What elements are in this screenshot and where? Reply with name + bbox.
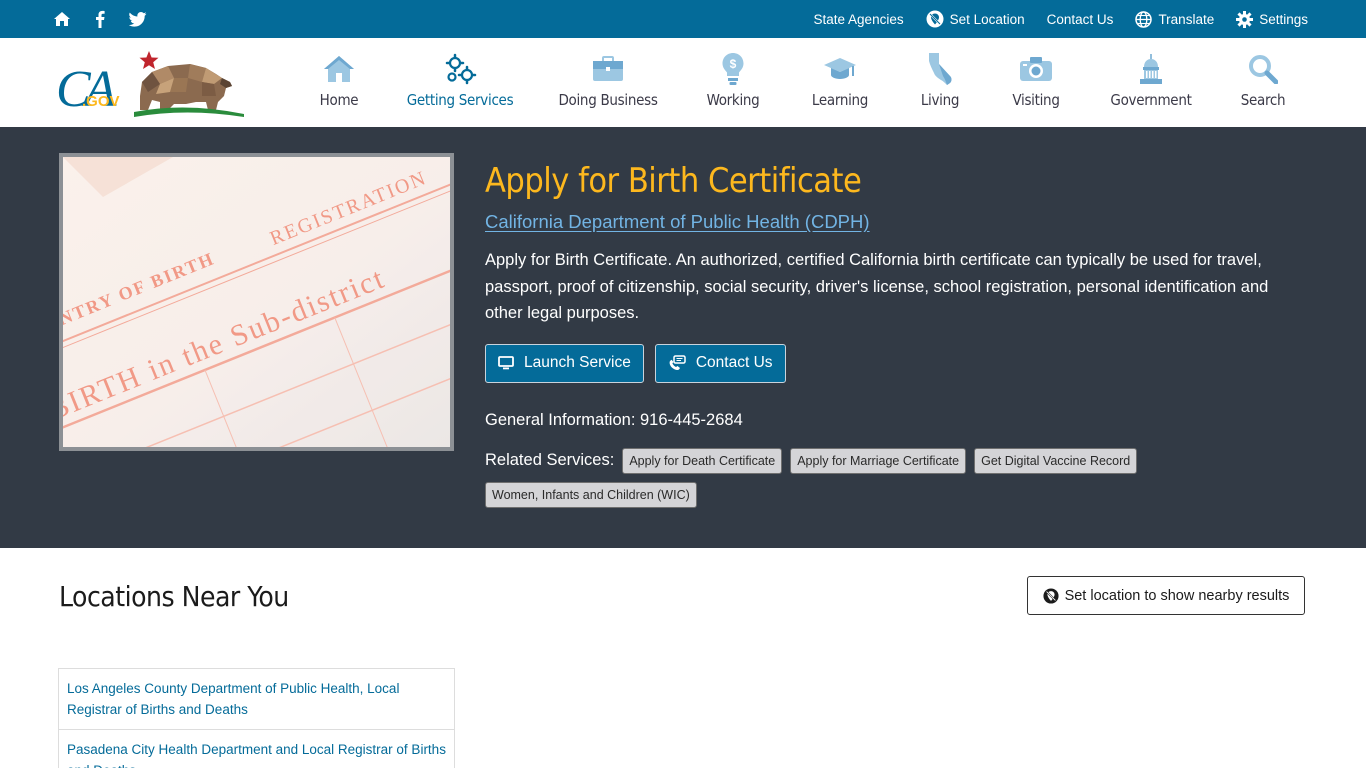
- contact-us-label: Contact Us: [695, 354, 773, 371]
- location-off-icon: [1043, 587, 1059, 604]
- nav-item-home[interactable]: Home: [298, 38, 380, 127]
- settings-link[interactable]: Settings: [1236, 10, 1308, 28]
- nav-item-getting-services[interactable]: Getting Services: [380, 38, 540, 127]
- nav-label: Government: [1110, 91, 1192, 109]
- utility-right-links: State Agencies Set Location Contact Us T…: [814, 0, 1308, 38]
- nav-item-learning[interactable]: Learning: [790, 38, 890, 127]
- nav-label: Search: [1240, 91, 1286, 109]
- page-title: Apply for Birth Certificate: [485, 161, 862, 201]
- launch-service-button[interactable]: Launch Service: [485, 343, 644, 383]
- nav-label: Visiting: [1012, 91, 1060, 109]
- twitter-icon[interactable]: [128, 9, 148, 29]
- settings-label: Settings: [1259, 11, 1308, 27]
- utility-left-icons: [52, 9, 148, 29]
- lightbulb-icon: $: [722, 53, 744, 85]
- action-buttons: Launch Service Contact Us: [485, 343, 1295, 383]
- search-icon: [1249, 55, 1278, 84]
- nav-item-living[interactable]: Living: [890, 38, 990, 127]
- related-service-pill[interactable]: Apply for Marriage Certificate: [790, 447, 967, 474]
- contact-us-button[interactable]: Contact Us: [654, 343, 786, 383]
- launch-service-label: Launch Service: [524, 354, 631, 371]
- main-nav: Home Getting Services Doing Business $ W…: [298, 38, 1306, 127]
- nav-item-doing-business[interactable]: Doing Business: [540, 38, 676, 127]
- nav-item-visiting[interactable]: Visiting: [990, 38, 1082, 127]
- home-icon[interactable]: [52, 9, 72, 29]
- nav-label: Doing Business: [558, 91, 658, 109]
- camera-icon: [1020, 57, 1052, 81]
- department-link[interactable]: California Department of Public Health (…: [485, 211, 870, 233]
- gear-icon: [1236, 10, 1254, 28]
- globe-icon: [1135, 10, 1153, 28]
- translate-label: Translate: [1158, 11, 1215, 27]
- svg-text:$: $: [730, 57, 737, 71]
- nav-label: Getting Services: [406, 91, 514, 109]
- location-item[interactable]: Pasadena City Health Department and Loca…: [58, 729, 455, 768]
- location-item[interactable]: Los Angeles County Department of Public …: [58, 668, 455, 729]
- briefcase-icon: [593, 56, 623, 81]
- nav-label: Home: [319, 91, 359, 109]
- translate-link[interactable]: Translate: [1135, 10, 1215, 28]
- capitol-icon: [1140, 54, 1162, 84]
- related-services-label: Related Services:: [485, 451, 615, 469]
- locations-list: Los Angeles County Department of Public …: [58, 668, 455, 768]
- utility-bar: State Agencies Set Location Contact Us T…: [0, 0, 1366, 38]
- set-location-button[interactable]: Set location to show nearby results: [1027, 576, 1305, 615]
- ca-gov-logo[interactable]: CA .GOV: [56, 44, 246, 118]
- related-services: Related Services: Apply for Death Certif…: [485, 447, 1185, 508]
- graduation-cap-icon: [824, 58, 856, 79]
- contact-us-link[interactable]: Contact Us: [1047, 12, 1114, 27]
- set-location-link[interactable]: Set Location: [926, 10, 1025, 28]
- general-information: General Information: 916-445-2684: [485, 410, 743, 429]
- service-description: Apply for Birth Certificate. An authoriz…: [485, 251, 1269, 322]
- birth-certificate-image: ENTRY OF BIRTH REGISTRATION BIRTH in the…: [59, 153, 454, 451]
- nav-item-search[interactable]: Search: [1220, 38, 1306, 127]
- related-service-pill[interactable]: Women, Infants and Children (WIC): [485, 481, 697, 508]
- related-service-pill[interactable]: Apply for Death Certificate: [622, 447, 783, 474]
- svg-text:.GOV: .GOV: [82, 93, 120, 110]
- gears-icon: [445, 53, 477, 85]
- monitor-icon: [498, 356, 514, 370]
- set-location-button-label: Set location to show nearby results: [1064, 587, 1290, 604]
- related-service-pill[interactable]: Get Digital Vaccine Record: [974, 447, 1138, 474]
- nav-label: Learning: [811, 91, 869, 109]
- nav-label: Living: [920, 91, 960, 109]
- phone-chat-icon: [669, 355, 686, 370]
- main-header: CA .GOV Home Getting Services Doing Busi…: [0, 38, 1366, 127]
- home-icon: [324, 56, 354, 82]
- locations-title: Locations Near You: [59, 580, 289, 613]
- california-icon: [929, 53, 952, 85]
- location-off-icon: [926, 10, 944, 28]
- service-details: Apply for Birth Certificate California D…: [485, 157, 1295, 508]
- nav-item-working[interactable]: $ Working: [676, 38, 790, 127]
- set-location-label: Set Location: [949, 11, 1025, 27]
- service-hero: ENTRY OF BIRTH REGISTRATION BIRTH in the…: [0, 127, 1366, 548]
- facebook-icon[interactable]: [90, 9, 110, 29]
- state-agencies-link[interactable]: State Agencies: [814, 12, 904, 27]
- nav-item-government[interactable]: Government: [1082, 38, 1220, 127]
- nav-label: Working: [706, 91, 760, 109]
